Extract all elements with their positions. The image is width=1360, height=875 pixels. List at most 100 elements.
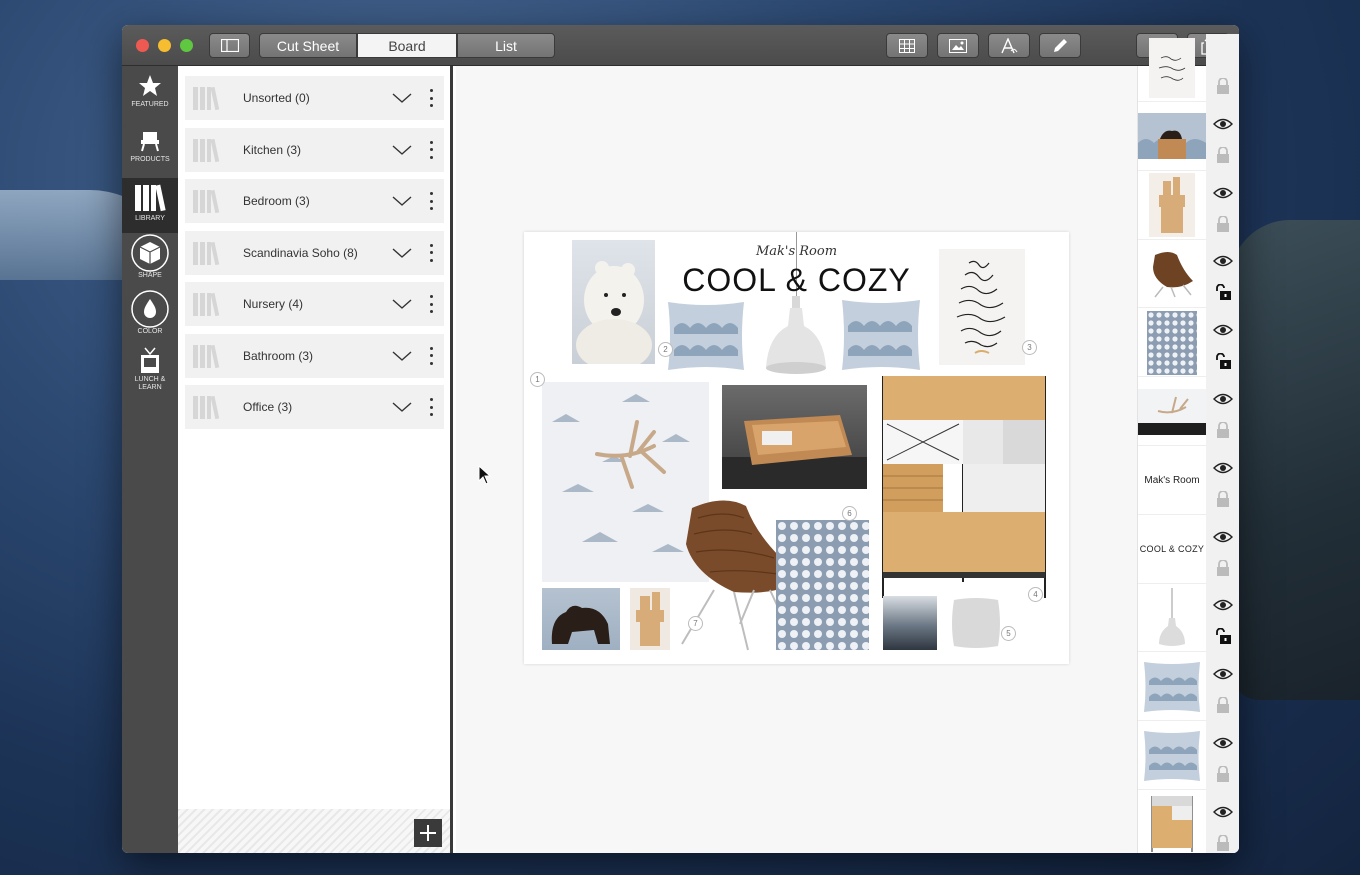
eye-icon[interactable] — [1213, 117, 1233, 135]
unlock-icon[interactable] — [1216, 628, 1232, 649]
more-options-icon[interactable] — [426, 89, 436, 107]
typography-print-image[interactable] — [939, 249, 1025, 365]
eye-icon[interactable] — [1213, 254, 1233, 272]
lock-icon[interactable] — [1216, 558, 1230, 581]
lock-icon[interactable] — [1216, 214, 1230, 237]
lock-icon[interactable] — [1216, 765, 1230, 787]
sidebar-item-lunch-learn[interactable]: LUNCH & LEARN — [122, 347, 178, 402]
library-category-row[interactable]: Scandinavia Soho (8) — [185, 230, 444, 275]
layer-thumbnail[interactable]: COOL & COZY — [1138, 516, 1206, 584]
more-options-icon[interactable] — [426, 398, 436, 416]
unlock-icon[interactable] — [1216, 284, 1232, 305]
layer-row[interactable] — [1138, 722, 1239, 791]
layer-thumbnail[interactable] — [1138, 791, 1206, 853]
more-options-icon[interactable] — [426, 243, 436, 262]
layer-row[interactable] — [1138, 790, 1239, 853]
tab-cut-sheet[interactable]: Cut Sheet — [259, 33, 357, 58]
add-category-button[interactable] — [414, 819, 442, 847]
tab-list[interactable]: List — [457, 33, 555, 58]
eye-icon[interactable] — [1213, 598, 1233, 616]
library-category-row[interactable]: Bathroom (3) — [185, 333, 444, 378]
gray-throw-image[interactable] — [948, 594, 1004, 650]
layer-thumbnail[interactable] — [1138, 103, 1206, 171]
wooden-bed-image[interactable] — [722, 385, 867, 489]
eye-icon[interactable] — [1213, 461, 1233, 479]
layer-row[interactable] — [1138, 34, 1239, 103]
more-options-icon[interactable] — [426, 346, 436, 365]
close-button[interactable] — [136, 39, 149, 52]
layer-row[interactable] — [1138, 309, 1239, 379]
more-options-icon[interactable] — [426, 295, 436, 313]
sidebar-toggle-button[interactable] — [209, 33, 250, 58]
chevron-down-icon[interactable] — [392, 247, 412, 259]
sidebar-item-library[interactable]: LIBRARY — [122, 178, 178, 233]
cloud-pillow-image[interactable] — [838, 296, 924, 374]
minimize-button[interactable] — [158, 39, 171, 52]
pencil-button[interactable] — [1039, 33, 1081, 58]
eye-icon[interactable] — [1213, 186, 1233, 204]
sidebar-item-products[interactable]: PRODUCTS — [122, 129, 178, 184]
mood-board[interactable]: Mak's Room COOL & COZY 1 2 3 4 5 6 7 — [524, 232, 1069, 664]
sidebar-item-featured[interactable]: FEATURED — [122, 74, 178, 129]
lock-icon[interactable] — [1216, 696, 1230, 718]
layer-row[interactable] — [1138, 240, 1239, 310]
board-canvas[interactable]: Mak's Room COOL & COZY 1 2 3 4 5 6 7 — [456, 66, 1137, 853]
layer-thumbnail[interactable] — [1138, 240, 1206, 309]
layer-thumbnail[interactable] — [1138, 172, 1206, 240]
chevron-down-icon[interactable] — [392, 350, 412, 362]
landscape-photo-image[interactable] — [883, 596, 937, 650]
polar-bear-image[interactable] — [572, 240, 655, 364]
chevron-down-icon[interactable] — [392, 298, 412, 310]
wood-blocks-image[interactable] — [630, 588, 670, 650]
layer-thumbnail[interactable] — [1138, 34, 1206, 102]
more-options-icon[interactable] — [426, 192, 436, 210]
layer-row[interactable]: COOL & COZY — [1138, 515, 1239, 585]
layer-row[interactable] — [1138, 653, 1239, 723]
chevron-down-icon[interactable] — [392, 195, 412, 207]
image-button[interactable] — [937, 33, 979, 58]
layer-thumbnail[interactable]: Mak's Room — [1138, 447, 1206, 515]
eye-icon[interactable] — [1213, 323, 1233, 341]
zoom-button[interactable] — [180, 39, 193, 52]
layer-thumbnail[interactable] — [1138, 653, 1206, 722]
tab-board[interactable]: Board — [357, 33, 457, 58]
eye-icon[interactable] — [1213, 805, 1233, 823]
eye-icon[interactable] — [1213, 736, 1233, 754]
chevron-down-icon[interactable] — [392, 92, 412, 104]
eye-icon[interactable] — [1213, 392, 1233, 410]
text-button[interactable] — [988, 33, 1030, 58]
layer-row[interactable] — [1138, 378, 1239, 447]
library-category-row[interactable]: Nursery (4) — [185, 282, 444, 326]
lock-icon[interactable] — [1216, 833, 1230, 853]
layer-row[interactable]: Mak's Room — [1138, 446, 1239, 516]
sidebar-item-color[interactable]: COLOR — [122, 290, 178, 345]
layer-thumbnail[interactable] — [1138, 722, 1206, 790]
eye-icon[interactable] — [1213, 530, 1233, 548]
more-options-icon[interactable] — [426, 140, 436, 159]
eye-icon[interactable] — [1213, 667, 1233, 685]
sidebar-item-shape[interactable]: SHAPE — [122, 234, 178, 289]
layer-row[interactable] — [1138, 102, 1239, 172]
library-category-row[interactable]: Bedroom (3) — [185, 179, 444, 223]
library-category-row[interactable]: Unsorted (0) — [185, 76, 444, 120]
layer-thumbnail[interactable] — [1138, 378, 1206, 446]
cloud-pillow-image[interactable] — [664, 298, 748, 374]
grid-button[interactable] — [886, 33, 928, 58]
library-category-row[interactable]: Kitchen (3) — [185, 127, 444, 172]
lock-icon[interactable] — [1216, 489, 1230, 512]
chevron-down-icon[interactable] — [392, 144, 412, 156]
pendant-lamp-image[interactable] — [762, 296, 830, 378]
unlock-icon[interactable] — [1216, 352, 1232, 374]
lock-icon[interactable] — [1216, 421, 1230, 443]
layer-thumbnail[interactable] — [1138, 584, 1206, 653]
library-category-row[interactable]: Office (3) — [185, 385, 444, 429]
dot-fabric-image[interactable] — [776, 520, 869, 650]
chevron-down-icon[interactable] — [392, 401, 412, 413]
bear-figure-image[interactable] — [542, 588, 620, 650]
layer-row[interactable] — [1138, 171, 1239, 241]
layer-thumbnail[interactable] — [1138, 309, 1206, 378]
storage-unit-image[interactable] — [879, 372, 1049, 602]
layer-row[interactable] — [1138, 584, 1239, 654]
lock-icon[interactable] — [1216, 145, 1230, 168]
lock-icon[interactable] — [1216, 77, 1230, 99]
